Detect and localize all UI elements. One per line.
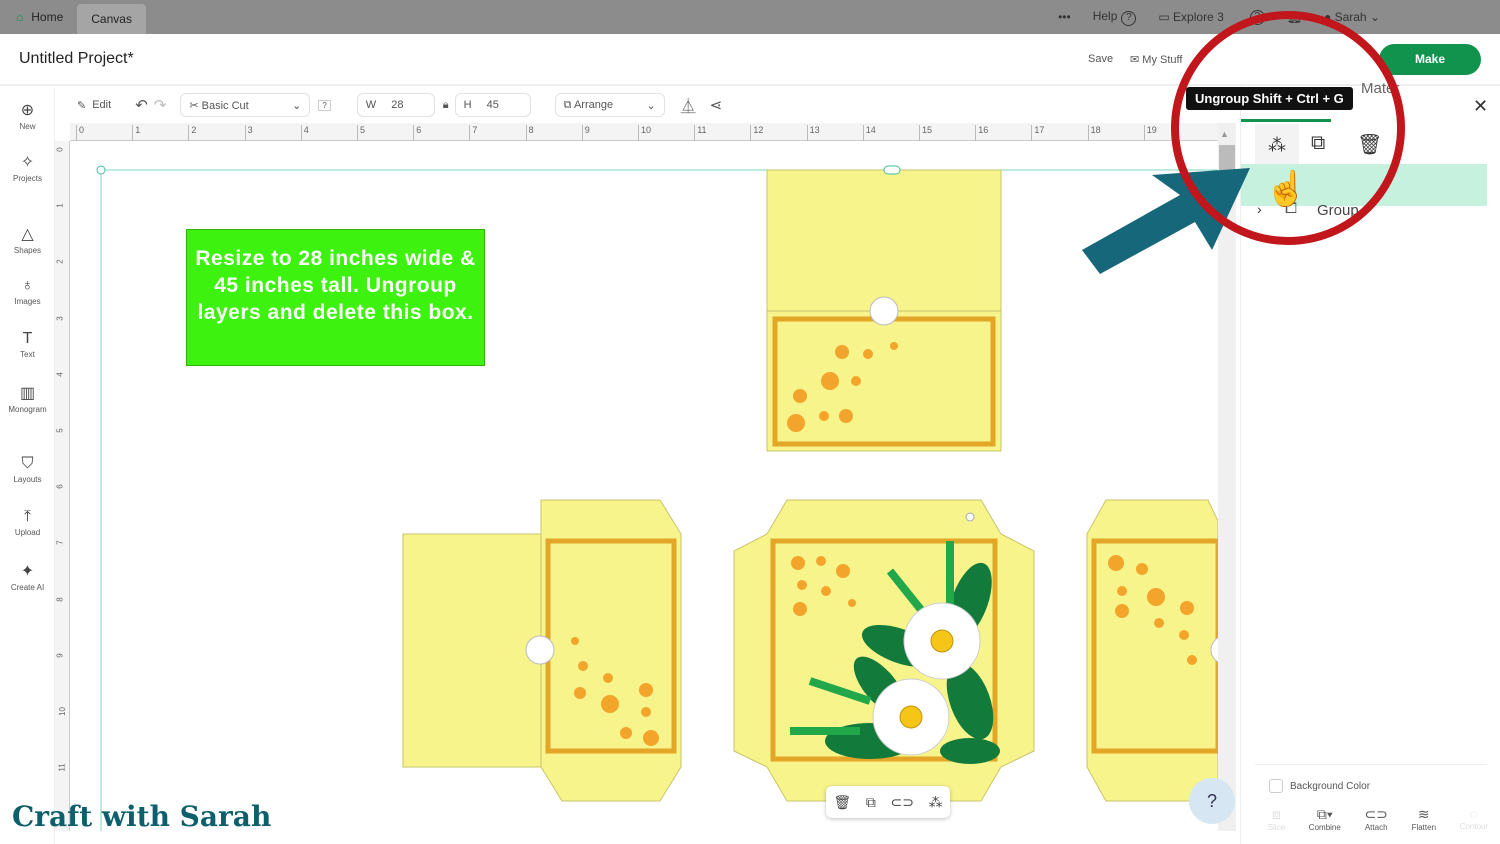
trash-icon[interactable]: 🗑︎	[833, 794, 851, 811]
ungroup-icon[interactable]: ⁂	[929, 794, 943, 811]
question-icon: ?	[1206, 791, 1217, 811]
attach-icon[interactable]: ⊂⊃	[891, 794, 914, 811]
tutorial-overlay: ☝	[1082, 11, 1405, 274]
watermark-logo: Craft with Sarah	[12, 800, 272, 833]
hand-cursor-icon: ☝	[1265, 168, 1307, 209]
duplicate-icon[interactable]: ⧉	[866, 794, 876, 811]
ungroup-tooltip: Ungroup Shift + Ctrl + G	[1186, 87, 1353, 110]
selection-quick-actions: 🗑︎ ⧉ ⊂⊃ ⁂	[826, 786, 950, 818]
help-fab-button[interactable]: ?	[1189, 778, 1235, 824]
